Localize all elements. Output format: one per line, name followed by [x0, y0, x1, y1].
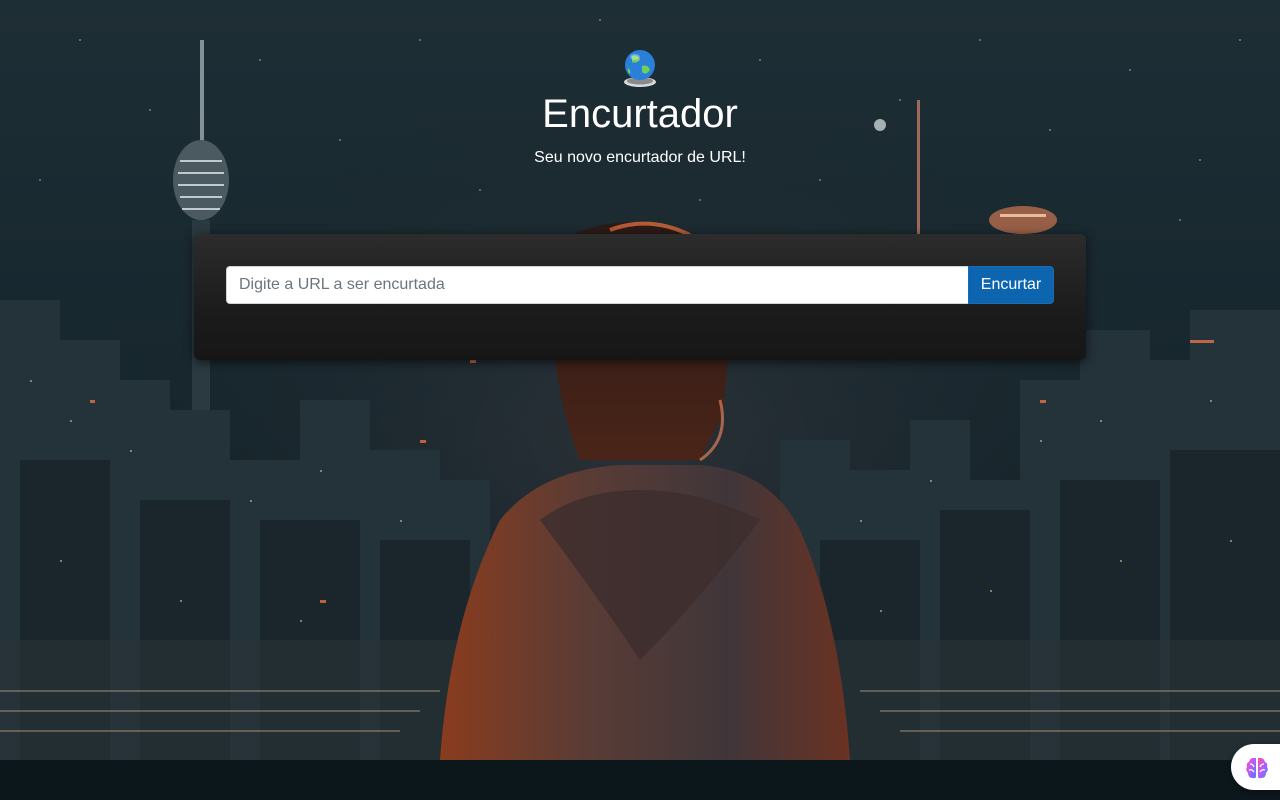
assistant-widget-button[interactable]: [1231, 744, 1280, 790]
footer-bar: [0, 760, 1280, 800]
globe-icon: [624, 50, 656, 87]
page-title: Encurtador: [542, 92, 738, 136]
page: Encurtador Seu novo encurtador de URL! E…: [0, 0, 1280, 800]
url-input[interactable]: [226, 266, 968, 304]
shorten-form: Encurtar: [226, 266, 1054, 304]
shortener-card: Encurtar: [194, 234, 1086, 360]
shorten-button[interactable]: Encurtar: [968, 266, 1054, 304]
brain-icon: [1246, 757, 1268, 779]
page-subtitle: Seu novo encurtador de URL!: [534, 149, 746, 166]
